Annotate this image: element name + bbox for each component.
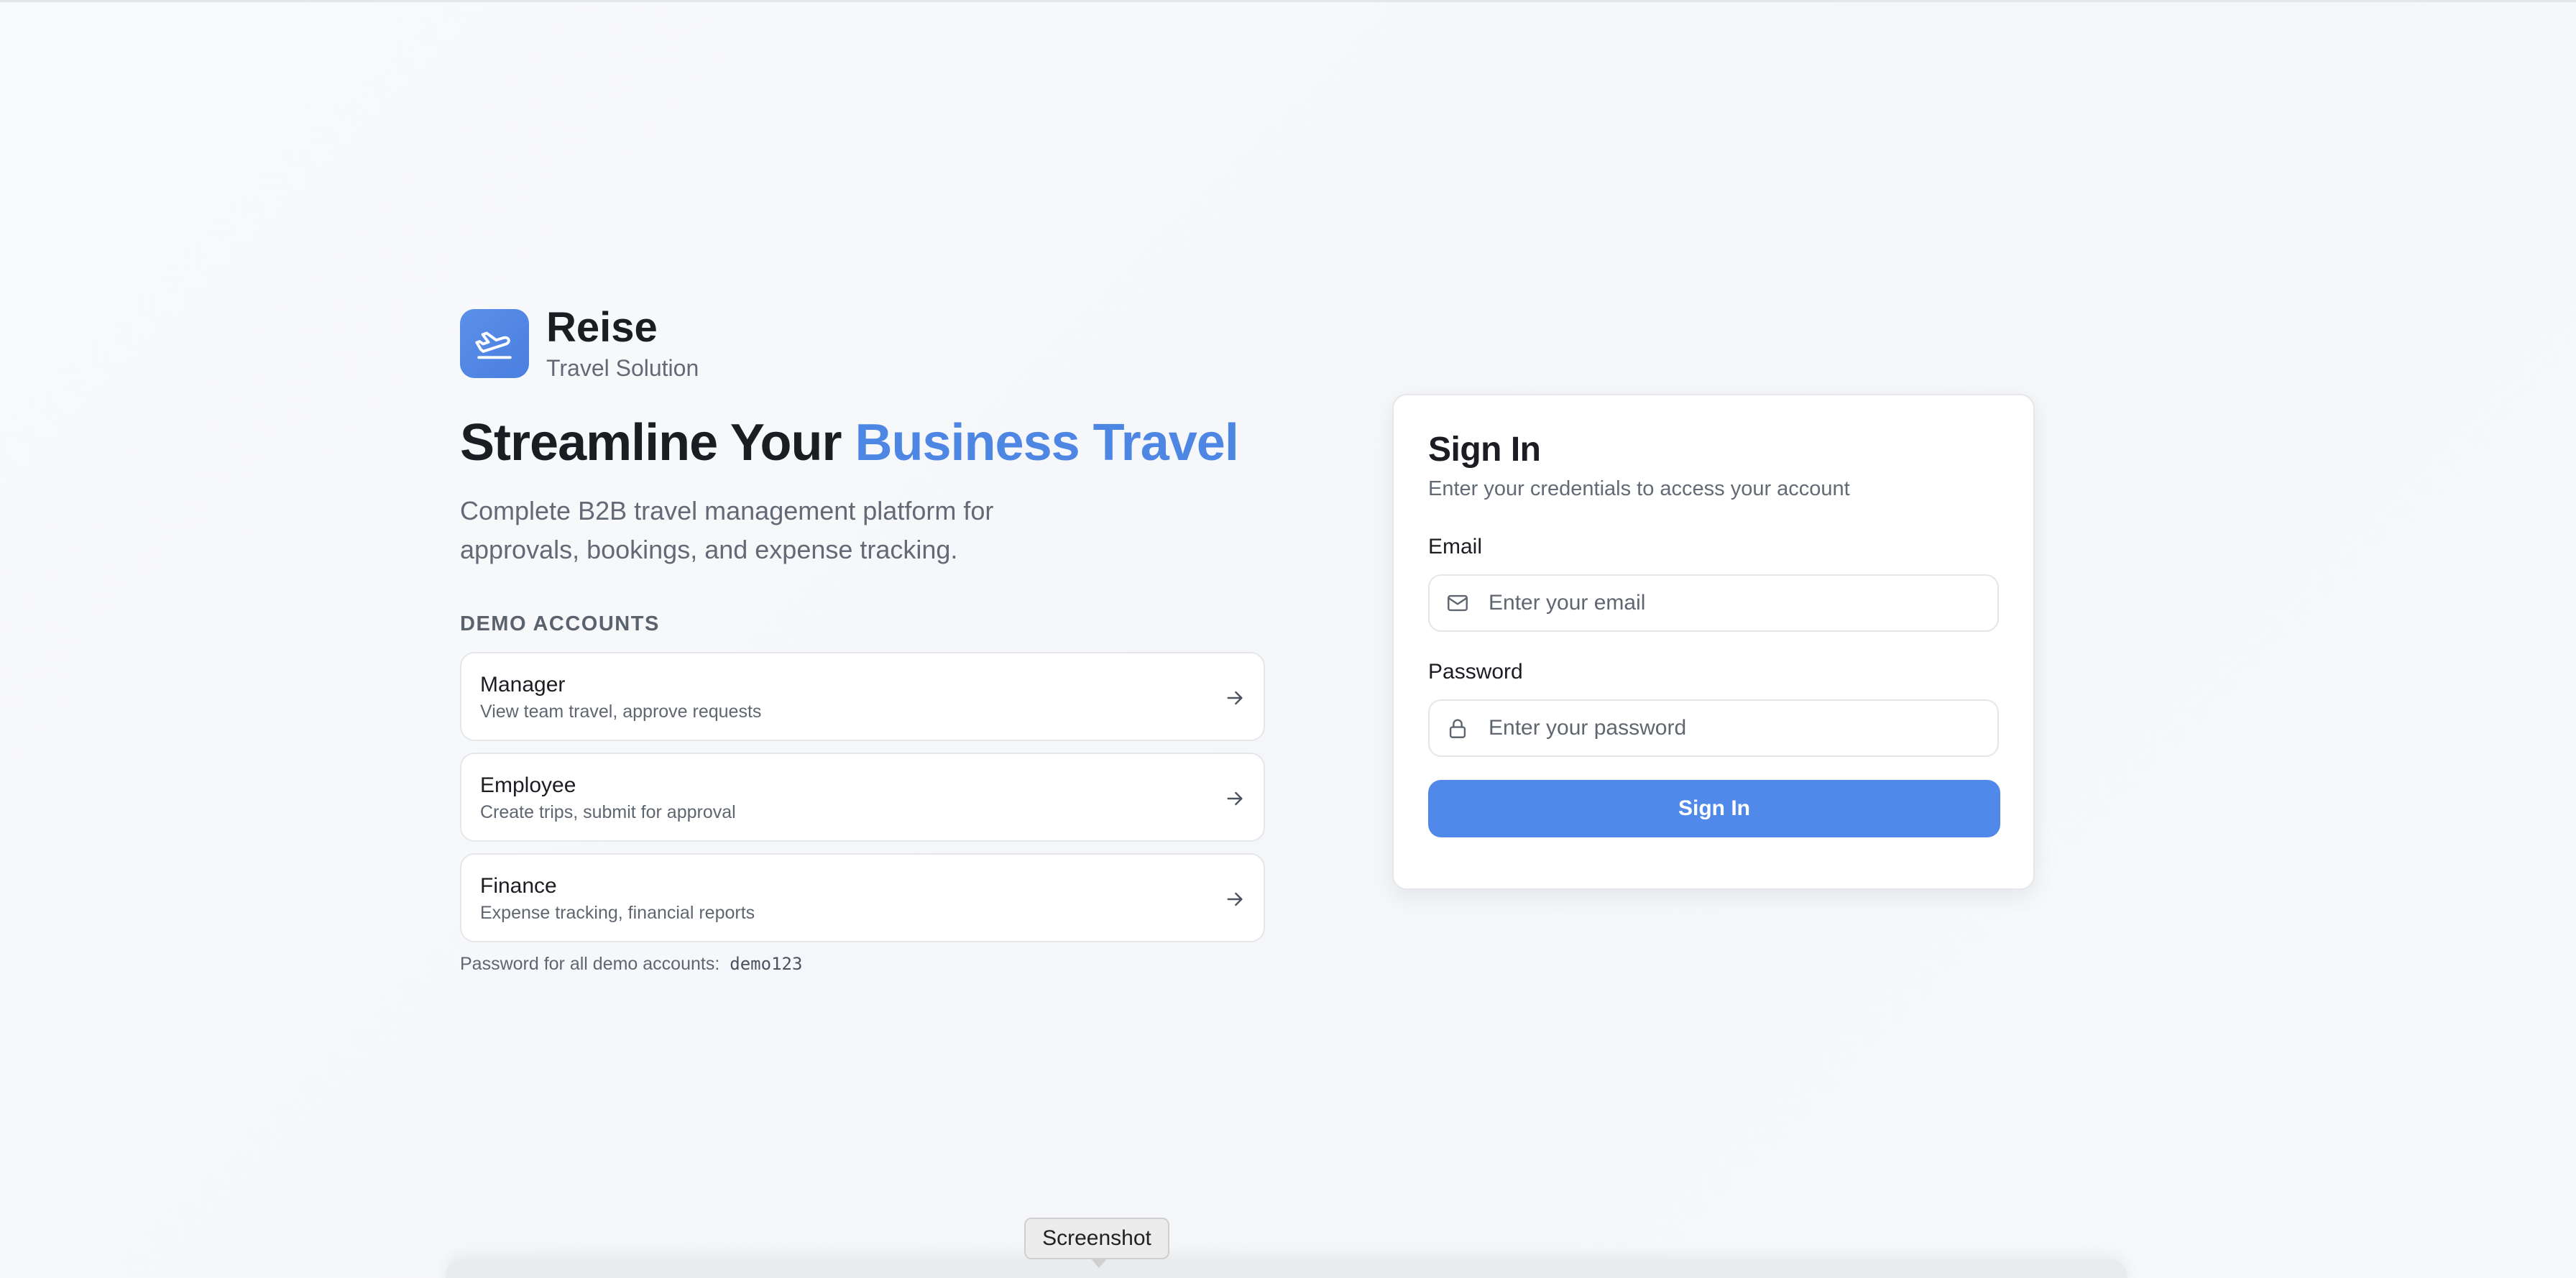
brand-tagline: Travel Solution [546, 355, 699, 381]
brand-text: Reise Travel Solution [546, 305, 699, 382]
arrow-right-icon [1227, 791, 1243, 806]
headline-prefix: Streamline Your [460, 414, 855, 472]
demo-account-description: Expense tracking, financial reports [480, 903, 755, 923]
hero-description: Complete B2B travel management platform … [460, 496, 994, 564]
demo-account-description: View team travel, approve requests [480, 702, 762, 722]
arrow-right-icon [1227, 691, 1243, 705]
demo-account-name: Employee [480, 773, 576, 797]
email-field-wrapper [1428, 574, 1999, 632]
signin-title: Sign In [1428, 431, 1541, 469]
window-top-border [0, 0, 2576, 2]
brand-name: Reise [546, 304, 658, 351]
email-field[interactable] [1489, 591, 1977, 615]
demo-account-employee[interactable]: Employee Create trips, submit for approv… [460, 753, 1265, 842]
dock-edge [446, 1259, 2128, 1278]
plane-takeoff-icon [460, 309, 529, 378]
password-field-wrapper [1428, 699, 1999, 757]
demo-accounts-title: DEMO ACCOUNTS [460, 612, 660, 635]
email-label: Email [1428, 535, 1483, 558]
headline-accent: Business Travel [855, 414, 1239, 472]
sign-in-button[interactable]: Sign In [1428, 780, 2000, 837]
screenshot-tooltip: Screenshot [1024, 1218, 1169, 1268]
demo-account-finance[interactable]: Finance Expense tracking, financial repo… [460, 853, 1265, 942]
password-field[interactable] [1489, 716, 1977, 740]
demo-account-manager[interactable]: Manager View team travel, approve reques… [460, 652, 1265, 741]
demo-account-name: Finance [480, 874, 557, 898]
arrow-right-icon [1227, 892, 1243, 906]
demo-account-description: Create trips, submit for approval [480, 802, 736, 822]
signin-card: Sign In Enter your credentials to access… [1392, 394, 2035, 890]
demo-accounts-list: Manager View team travel, approve reques… [460, 652, 1265, 942]
demo-password-value: demo123 [730, 954, 803, 974]
demo-password-label: Password for all demo accounts: [460, 954, 720, 974]
demo-account-name: Manager [480, 673, 566, 697]
hero-section: Reise Travel Solution Streamline Your Bu… [460, 305, 1265, 975]
mail-icon [1448, 594, 1468, 612]
password-label: Password [1428, 660, 1523, 684]
lock-icon [1449, 719, 1466, 738]
hero-headline: Streamline Your Business Travel [460, 414, 1265, 472]
brand: Reise Travel Solution [460, 305, 1265, 382]
demo-password-note: Password for all demo accounts: demo123 [460, 954, 1265, 975]
signin-subtitle: Enter your credentials to access your ac… [1428, 477, 1850, 500]
